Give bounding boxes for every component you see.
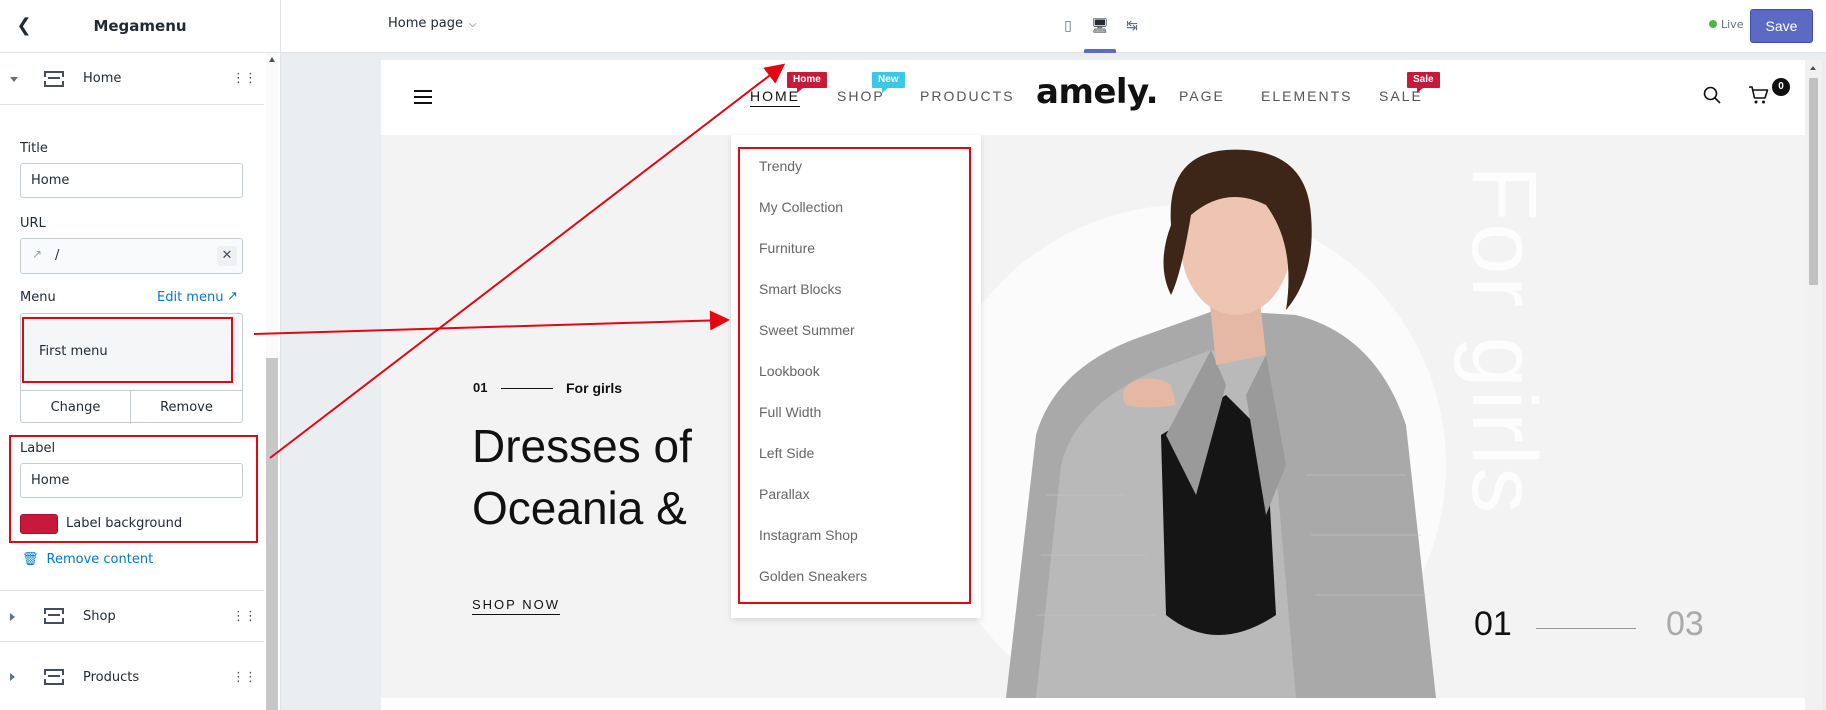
scroll-up-icon[interactable] [269, 57, 275, 62]
dropdown-item[interactable]: Parallax [759, 486, 810, 502]
nav-item-home[interactable]: HOME [750, 88, 800, 107]
hero-divider [501, 388, 553, 389]
trash-icon: 🗑 [22, 552, 39, 567]
dropdown-item[interactable]: Smart Blocks [759, 281, 841, 297]
status-text: Live [1721, 18, 1744, 31]
page-selector-label: Home page [388, 16, 463, 31]
hero-slideshow: For girls 01 For girls Dresses of Oceani… [381, 135, 1805, 698]
shop-now-link[interactable]: SHOP NOW [472, 597, 560, 615]
caret-down-icon[interactable] [10, 77, 18, 82]
scrollbar-thumb[interactable] [266, 358, 278, 710]
block-label: Home [83, 71, 122, 86]
hero-vertical-text: For girls [1453, 165, 1555, 516]
nav-badge-home: Home [787, 72, 827, 93]
dropdown-item[interactable]: Furniture [759, 240, 815, 256]
status-badge: Live [1709, 18, 1743, 31]
hero-title-line: Dresses of [472, 420, 692, 472]
hero-title: Dresses of Oceania & [472, 415, 692, 539]
url-field-label: URL [20, 216, 46, 231]
dropdown-item[interactable]: Trendy [759, 158, 802, 174]
drag-handle-icon[interactable]: ⋮⋮ [232, 71, 257, 86]
store-header: Home HOME New SHOP PRODUCTS amely. PAGE … [381, 60, 1805, 135]
external-link-icon: ↗ [32, 247, 43, 261]
sidebar-title: Megamenu [93, 17, 187, 35]
url-value: / [55, 248, 60, 263]
cart-count-badge: 0 [1772, 78, 1790, 96]
full-width-icon[interactable]: ↹ [1121, 15, 1143, 37]
megamenu-dropdown: Trendy My Collection Furniture Smart Blo… [731, 135, 981, 618]
remove-content-link[interactable]: 🗑 Remove content [22, 552, 153, 567]
mobile-icon[interactable]: ▯ [1057, 15, 1079, 37]
dropdown-item[interactable]: Instagram Shop [759, 527, 858, 543]
external-link-icon[interactable]: ↗ [227, 289, 243, 305]
scroll-up-icon[interactable] [1810, 66, 1816, 70]
slide-progress-line [1536, 628, 1636, 629]
live-dot-icon [1709, 20, 1717, 28]
dropdown-item[interactable]: Lookbook [759, 363, 820, 379]
store-preview: Home HOME New SHOP PRODUCTS amely. PAGE … [381, 60, 1805, 710]
slide-total-number[interactable]: 03 [1666, 605, 1704, 644]
caret-right-icon[interactable] [10, 613, 15, 621]
url-field[interactable]: ↗ / ✕ [20, 238, 243, 274]
nav-badge-shop: New [872, 72, 905, 93]
remove-menu-button[interactable]: Remove [131, 390, 242, 424]
settings-sidebar: ❮ Megamenu Home ⋮⋮ Title URL ↗ / ✕ Menu … [0, 0, 281, 710]
theme-editor: ❮ Megamenu Home ⋮⋮ Title URL ↗ / ✕ Menu … [0, 0, 1826, 710]
block-row-home[interactable]: Home ⋮⋮ [0, 53, 264, 105]
preview-scrollbar[interactable] [1805, 60, 1822, 710]
page-selector[interactable]: Home page ⌵ [388, 16, 477, 31]
nav-item-page[interactable]: PAGE [1179, 88, 1225, 104]
nav-item-products[interactable]: PRODUCTS [920, 88, 1015, 104]
block-row-products[interactable]: Products ⋮⋮ [0, 651, 264, 703]
section-block-icon [44, 669, 64, 685]
editor-topbar: Home page ⌵ ▯ 🖥 ↹ Live Save [281, 0, 1826, 53]
slide-current-number[interactable]: 01 [1474, 605, 1512, 644]
caret-right-icon[interactable] [10, 673, 15, 681]
dropdown-item[interactable]: Golden Sneakers [759, 568, 867, 584]
label-input[interactable] [20, 463, 243, 498]
store-logo[interactable]: amely. [1036, 72, 1159, 112]
section-block-icon [44, 608, 64, 624]
title-field-label: Title [20, 141, 48, 156]
chevron-down-icon: ⌵ [469, 19, 477, 30]
back-arrow-icon[interactable]: ❮ [12, 14, 36, 38]
desktop-icon[interactable]: 🖥 [1089, 15, 1111, 37]
dropdown-item[interactable]: Sweet Summer [759, 322, 855, 338]
drag-handle-icon[interactable]: ⋮⋮ [232, 609, 257, 624]
edit-menu-link[interactable]: Edit menu [157, 290, 223, 305]
save-button[interactable]: Save [1750, 9, 1813, 43]
block-row-shop[interactable]: Shop ⋮⋮ [0, 590, 264, 642]
change-menu-button[interactable]: Change [21, 390, 131, 424]
hamburger-menu-icon[interactable] [414, 90, 432, 104]
selected-menu-name: First menu [26, 316, 239, 386]
label-background-swatch[interactable] [20, 514, 58, 534]
block-label: Products [83, 669, 140, 685]
hero-model-image [1006, 149, 1436, 698]
cart-icon[interactable] [1748, 84, 1770, 106]
label-field-label: Label [20, 441, 56, 456]
nav-badge-sale: Sale [1407, 72, 1440, 93]
remove-content-label: Remove content [46, 552, 154, 567]
nav-item-elements[interactable]: ELEMENTS [1261, 88, 1352, 104]
nav-item-sale[interactable]: SALE [1379, 88, 1423, 104]
hero-tagline: For girls [566, 380, 623, 396]
menu-field-label: Menu [20, 290, 56, 305]
block-label: Shop [83, 608, 116, 624]
search-icon[interactable] [1703, 86, 1721, 104]
label-background-text: Label background [66, 516, 183, 531]
section-block-icon [44, 70, 64, 87]
nav-item-shop[interactable]: SHOP [837, 88, 885, 104]
sidebar-scrollbar[interactable] [266, 53, 278, 710]
dropdown-item[interactable]: Left Side [759, 445, 814, 461]
dropdown-item[interactable]: Full Width [759, 404, 821, 420]
scrollbar-thumb[interactable] [1809, 78, 1818, 285]
hero-title-line: Oceania & [472, 482, 687, 534]
dropdown-item[interactable]: My Collection [759, 199, 843, 215]
menu-picker: First menu Change Remove [20, 313, 243, 424]
sidebar-header: ❮ Megamenu [0, 0, 280, 53]
hero-slide-number: 01 [473, 380, 488, 395]
drag-handle-icon[interactable]: ⋮⋮ [232, 670, 257, 685]
clear-url-button[interactable]: ✕ [217, 246, 237, 266]
title-input[interactable] [20, 163, 243, 198]
